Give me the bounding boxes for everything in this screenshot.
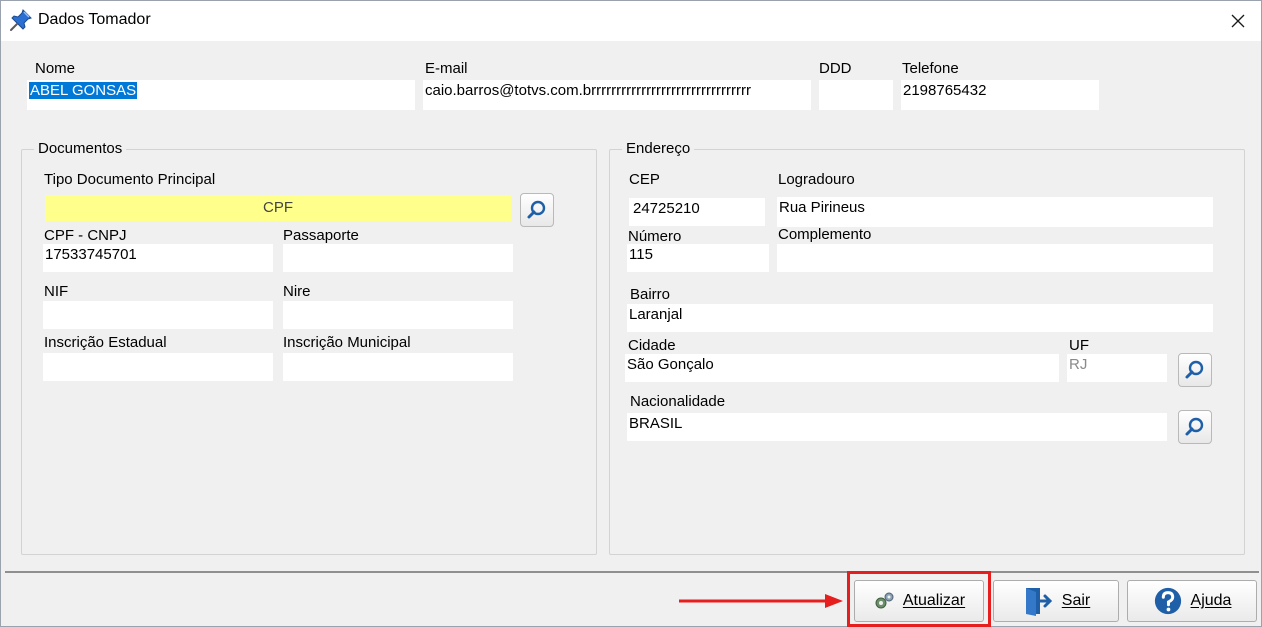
nacionalidade-search-button[interactable]: [1178, 410, 1212, 444]
nome-value: ABEL GONSAS: [29, 82, 138, 99]
passaporte-label: Passaporte: [283, 227, 359, 244]
cpf-cnpj-label: CPF - CNPJ: [44, 227, 127, 244]
window-title: Dados Tomador: [38, 11, 151, 28]
cidade-input[interactable]: São Gonçalo: [625, 354, 1059, 382]
tipo-documento-input[interactable]: CPF: [45, 195, 511, 221]
cidade-label: Cidade: [628, 337, 676, 354]
email-input[interactable]: caio.barros@totvs.com.brrrrrrrrrrrrrrrrr…: [423, 80, 811, 110]
inscricao-estadual-input[interactable]: [43, 353, 273, 381]
cpf-cnpj-input[interactable]: 17533745701: [43, 244, 273, 272]
nome-input[interactable]: ABEL GONSAS: [27, 80, 415, 110]
sair-button[interactable]: Sair: [993, 580, 1119, 622]
ddd-input[interactable]: [819, 80, 893, 110]
numero-label: Número: [628, 228, 682, 245]
ajuda-button[interactable]: Ajuda: [1127, 580, 1257, 622]
nire-label: Nire: [283, 283, 311, 300]
telefone-input[interactable]: 2198765432: [901, 80, 1099, 110]
numero-input[interactable]: 115: [627, 244, 769, 272]
nire-input[interactable]: [283, 301, 513, 329]
atualizar-highlight-box: [847, 571, 991, 627]
close-icon: [1231, 14, 1245, 28]
uf-search-button[interactable]: [1178, 353, 1212, 387]
email-label: E-mail: [425, 60, 468, 77]
close-button[interactable]: [1215, 1, 1261, 41]
tipo-documento-search-button[interactable]: [520, 193, 554, 227]
logradouro-input[interactable]: Rua Pirineus: [777, 197, 1213, 227]
ajuda-label: Ajuda: [1190, 592, 1232, 609]
telefone-label: Telefone: [902, 60, 959, 77]
ddd-label: DDD: [819, 60, 852, 77]
red-arrow-annotation: [679, 594, 843, 608]
passaporte-input[interactable]: [283, 244, 513, 272]
sair-label: Sair: [1061, 592, 1091, 609]
nif-input[interactable]: [43, 301, 273, 329]
magnifier-icon: [1185, 360, 1204, 379]
exit-door-icon: [1022, 585, 1054, 617]
endereco-title: Endereço: [622, 140, 695, 157]
magnifier-icon: [527, 200, 546, 219]
cep-label: CEP: [629, 171, 660, 188]
documentos-title: Documentos: [34, 140, 127, 157]
tipo-documento-label: Tipo Documento Principal: [44, 171, 216, 188]
form-content: Nome ABEL GONSAS E-mail caio.barros@totv…: [11, 44, 1251, 565]
nif-label: NIF: [44, 283, 69, 300]
pushpin-icon: [9, 8, 33, 32]
help-icon: [1153, 586, 1183, 616]
bairro-input[interactable]: Laranjal: [627, 304, 1213, 332]
dados-tomador-window: Dados Tomador Nome ABEL GONSAS E-mail ca…: [0, 0, 1262, 627]
inscricao-estadual-label: Inscrição Estadual: [44, 334, 167, 351]
nome-label: Nome: [35, 60, 76, 77]
complemento-input[interactable]: [777, 244, 1213, 272]
magnifier-icon: [1185, 417, 1204, 436]
inscricao-municipal-input[interactable]: [283, 353, 513, 381]
uf-input[interactable]: RJ: [1067, 354, 1167, 382]
cep-input[interactable]: 24725210: [629, 198, 765, 226]
nacionalidade-input[interactable]: BRASIL: [627, 413, 1167, 441]
bairro-label: Bairro: [630, 286, 671, 303]
nacionalidade-label: Nacionalidade: [630, 393, 726, 410]
complemento-label: Complemento: [778, 226, 872, 243]
inscricao-municipal-label: Inscrição Municipal: [283, 334, 411, 351]
logradouro-label: Logradouro: [778, 171, 855, 188]
footer-separator: [5, 571, 1259, 573]
uf-label: UF: [1069, 337, 1089, 354]
title-bar: Dados Tomador: [1, 1, 1261, 41]
